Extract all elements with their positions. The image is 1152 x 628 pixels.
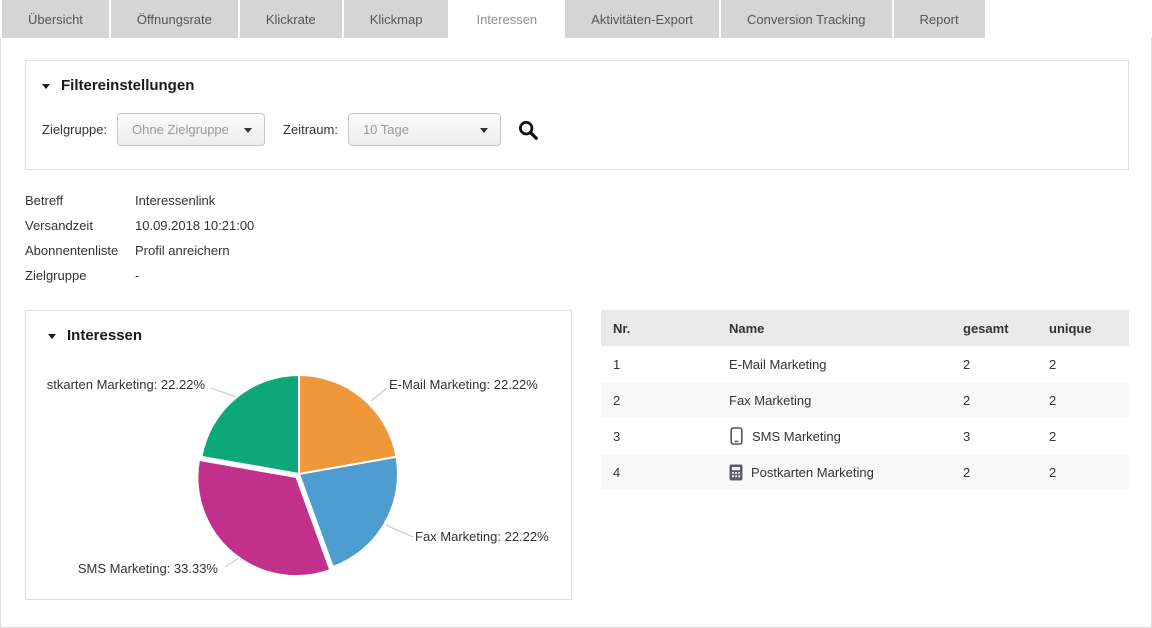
table-body: 1E-Mail Marketing222Fax Marketing223SMS … bbox=[601, 346, 1129, 490]
cell-gesamt: 2 bbox=[963, 393, 1049, 408]
cell-name: Postkarten Marketing bbox=[729, 464, 963, 481]
tab-klickrate[interactable]: Klickrate bbox=[240, 0, 342, 38]
collapse-triangle-icon bbox=[42, 84, 50, 89]
detail-label: Abonnentenliste bbox=[25, 243, 135, 258]
tab-bar: ÜbersichtÖffnungsrateKlickrateKlickmapIn… bbox=[0, 0, 1152, 38]
column-header-gesamt: gesamt bbox=[963, 321, 1049, 336]
pie-label-email: E-Mail Marketing: 22.22% bbox=[389, 377, 538, 392]
detail-value: Profil anreichern bbox=[135, 243, 230, 258]
detail-row-versandzeit: Versandzeit10.09.2018 10:21:00 bbox=[25, 213, 254, 238]
detail-row-zielgruppe: Zielgruppe- bbox=[25, 263, 254, 288]
table-header-row: Nr. Name gesamt unique bbox=[601, 310, 1129, 346]
tab-aktivitäten-export[interactable]: Aktivitäten-Export bbox=[565, 0, 719, 38]
cell-name: SMS Marketing bbox=[729, 427, 963, 446]
search-button[interactable] bbox=[517, 119, 539, 141]
chevron-down-icon bbox=[244, 128, 252, 133]
chevron-down-icon bbox=[480, 128, 488, 133]
cell-gesamt: 3 bbox=[963, 429, 1049, 444]
table-row: 1E-Mail Marketing 22 bbox=[601, 346, 1129, 382]
detail-row-betreff: BetreffInteressenlink bbox=[25, 188, 254, 213]
tab-öffnungsrate[interactable]: Öffnungsrate bbox=[111, 0, 238, 38]
zielgruppe-select-value: Ohne Zielgruppe bbox=[132, 122, 229, 137]
cell-name: E-Mail Marketing bbox=[729, 357, 963, 372]
cell-nr: 2 bbox=[601, 393, 729, 408]
pie-label-connector bbox=[371, 388, 387, 401]
filter-panel-header[interactable]: Filtereinstellungen bbox=[42, 77, 1112, 94]
table-row: 4 Postkarten Marketing 22 bbox=[601, 454, 1129, 490]
tab-report[interactable]: Report bbox=[894, 0, 985, 38]
detail-value: - bbox=[135, 268, 139, 283]
detail-label: Zielgruppe bbox=[25, 268, 135, 283]
zeitraum-label: Zeitraum: bbox=[283, 122, 338, 137]
detail-row-abonnentenliste: AbonnentenlisteProfil anreichern bbox=[25, 238, 254, 263]
search-icon bbox=[517, 119, 539, 141]
calculator-icon bbox=[729, 464, 743, 481]
filter-controls: Zielgruppe: Ohne Zielgruppe Zeitraum: 10… bbox=[42, 113, 539, 146]
detail-label: Betreff bbox=[25, 193, 135, 208]
collapse-triangle-icon bbox=[48, 334, 56, 339]
interests-pie-chart bbox=[26, 311, 573, 599]
detail-label: Versandzeit bbox=[25, 218, 135, 233]
tab-übersicht[interactable]: Übersicht bbox=[2, 0, 109, 38]
campaign-details: BetreffInteressenlinkVersandzeit10.09.20… bbox=[25, 188, 254, 288]
cell-unique: 2 bbox=[1049, 357, 1129, 372]
pie-label-sms: SMS Marketing: 33.33% bbox=[78, 561, 218, 576]
cell-nr: 4 bbox=[601, 465, 729, 480]
cell-unique: 2 bbox=[1049, 429, 1129, 444]
tab-conversion-tracking[interactable]: Conversion Tracking bbox=[721, 0, 892, 38]
cell-unique: 2 bbox=[1049, 465, 1129, 480]
zeitraum-select-value: 10 Tage bbox=[363, 122, 409, 137]
cell-nr: 1 bbox=[601, 357, 729, 372]
cell-gesamt: 2 bbox=[963, 465, 1049, 480]
column-header-unique: unique bbox=[1049, 321, 1129, 336]
cell-unique: 2 bbox=[1049, 393, 1129, 408]
interest-name: Postkarten Marketing bbox=[751, 465, 874, 480]
interessen-panel-title: Interessen bbox=[67, 327, 142, 344]
column-header-nr: Nr. bbox=[601, 321, 729, 336]
tab-klickmap[interactable]: Klickmap bbox=[344, 0, 449, 38]
detail-value: 10.09.2018 10:21:00 bbox=[135, 218, 254, 233]
interessen-panel: Interessen E-Mail Marketing: 22.22% Fax … bbox=[25, 310, 572, 600]
column-header-name: Name bbox=[729, 321, 963, 336]
filter-panel: Filtereinstellungen Zielgruppe: Ohne Zie… bbox=[25, 60, 1129, 170]
content-area: Filtereinstellungen Zielgruppe: Ohne Zie… bbox=[0, 38, 1152, 628]
table-row: 2Fax Marketing22 bbox=[601, 382, 1129, 418]
cell-nr: 3 bbox=[601, 429, 729, 444]
interest-name: E-Mail Marketing bbox=[729, 357, 827, 372]
pie-label-fax: Fax Marketing: 22.22% bbox=[415, 529, 549, 544]
cell-gesamt: 2 bbox=[963, 357, 1049, 372]
pie-label-postkarten: stkarten Marketing: 22.22% bbox=[47, 377, 205, 392]
zeitraum-select[interactable]: 10 Tage bbox=[348, 113, 501, 146]
interest-name: Fax Marketing bbox=[729, 393, 811, 408]
pie-label-connector bbox=[386, 525, 413, 537]
cell-name: Fax Marketing bbox=[729, 393, 963, 408]
zielgruppe-label: Zielgruppe: bbox=[42, 122, 107, 137]
zielgruppe-select[interactable]: Ohne Zielgruppe bbox=[117, 113, 265, 146]
interest-name: SMS Marketing bbox=[752, 429, 841, 444]
filter-panel-title: Filtereinstellungen bbox=[61, 77, 194, 94]
smartphone-icon bbox=[729, 427, 744, 446]
interests-table: Nr. Name gesamt unique 1E-Mail Marketing… bbox=[601, 310, 1129, 490]
table-row: 3SMS Marketing32 bbox=[601, 418, 1129, 454]
detail-value: Interessenlink bbox=[135, 193, 215, 208]
tab-interessen[interactable]: Interessen bbox=[450, 0, 563, 38]
interessen-panel-header[interactable]: Interessen bbox=[48, 327, 142, 344]
